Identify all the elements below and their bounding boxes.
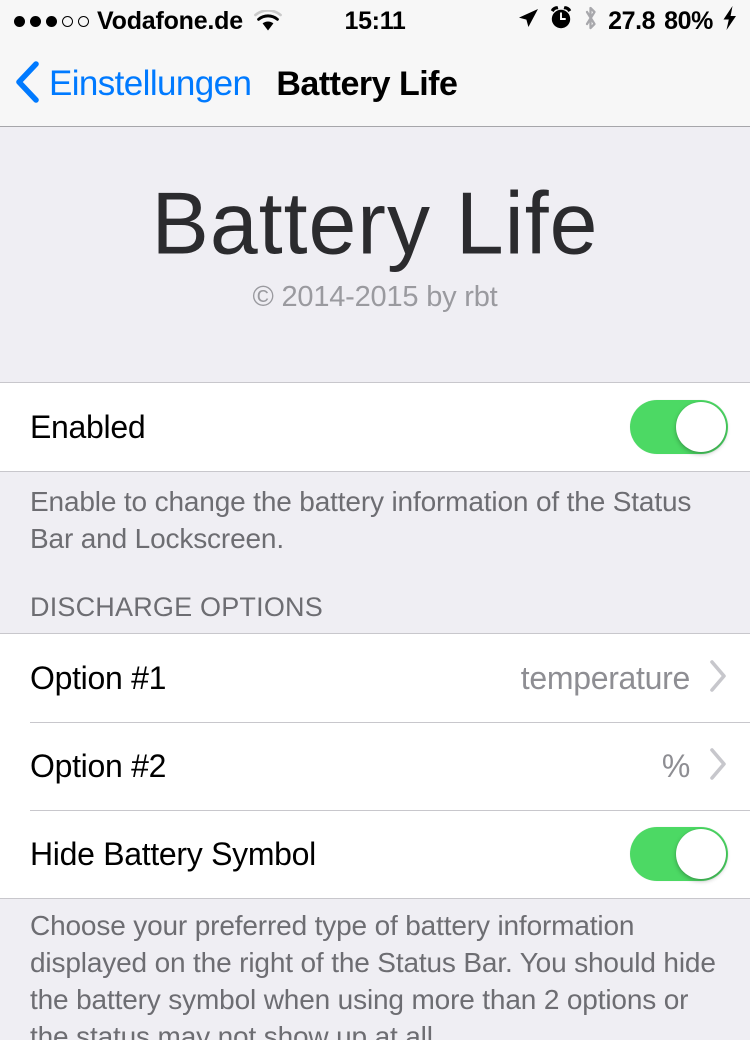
- status-bar: Vodafone.de 15:11 27.8 80%: [0, 0, 750, 42]
- row-enabled[interactable]: Enabled: [0, 383, 750, 471]
- navigation-bar: Einstellungen Battery Life: [0, 42, 750, 127]
- app-title: Battery Life: [151, 174, 599, 273]
- chevron-left-icon: [14, 60, 40, 109]
- back-button-label: Einstellungen: [49, 64, 252, 103]
- location-arrow-icon: [516, 6, 540, 37]
- ios-settings-screen: Vodafone.de 15:11 27.8 80% Einstellungen…: [0, 0, 750, 1040]
- row-option-2-value: %: [661, 747, 690, 784]
- bluetooth-icon: [582, 5, 599, 38]
- enabled-group: Enabled: [0, 382, 750, 472]
- row-hide-battery-symbol-label: Hide Battery Symbol: [30, 835, 316, 872]
- back-button[interactable]: Einstellungen: [14, 60, 252, 109]
- discharge-options-group: Option #1 temperature Option #2 % Hide B…: [0, 633, 750, 899]
- row-option-1-value: temperature: [520, 659, 691, 696]
- row-option-2-accessory: %: [662, 747, 728, 786]
- row-option-1[interactable]: Option #1 temperature: [0, 634, 750, 722]
- toggle-knob: [676, 402, 726, 452]
- row-enabled-label: Enabled: [30, 408, 146, 445]
- page-title: Battery Life: [276, 64, 458, 103]
- enabled-description: Enable to change the battery information…: [30, 486, 692, 554]
- alarm-clock-icon: [549, 5, 573, 37]
- temperature-indicator: 27.8: [608, 6, 656, 35]
- discharge-options-description: Choose your preferred type of battery in…: [30, 910, 716, 1040]
- status-bar-right: 27.8 80%: [516, 5, 738, 38]
- app-header-block: Battery Life © 2014-2015 by rbt: [0, 128, 750, 382]
- hide-battery-symbol-toggle[interactable]: [630, 827, 728, 881]
- app-copyright: © 2014-2015 by rbt: [252, 280, 498, 313]
- chevron-right-icon: [708, 659, 728, 698]
- battery-percent-label: 80%: [664, 6, 713, 35]
- discharge-options-section-header: DISCHARGE OPTIONS: [30, 592, 323, 622]
- row-option-1-label: Option #1: [30, 659, 167, 696]
- enabled-toggle[interactable]: [630, 400, 728, 454]
- lightning-bolt-icon: [722, 5, 738, 38]
- row-option-2[interactable]: Option #2 %: [0, 722, 750, 810]
- row-option-1-accessory: temperature: [521, 659, 728, 698]
- chevron-right-icon: [708, 747, 728, 786]
- row-option-2-label: Option #2: [30, 747, 167, 784]
- toggle-knob: [676, 829, 726, 879]
- row-hide-battery-symbol[interactable]: Hide Battery Symbol: [0, 810, 750, 898]
